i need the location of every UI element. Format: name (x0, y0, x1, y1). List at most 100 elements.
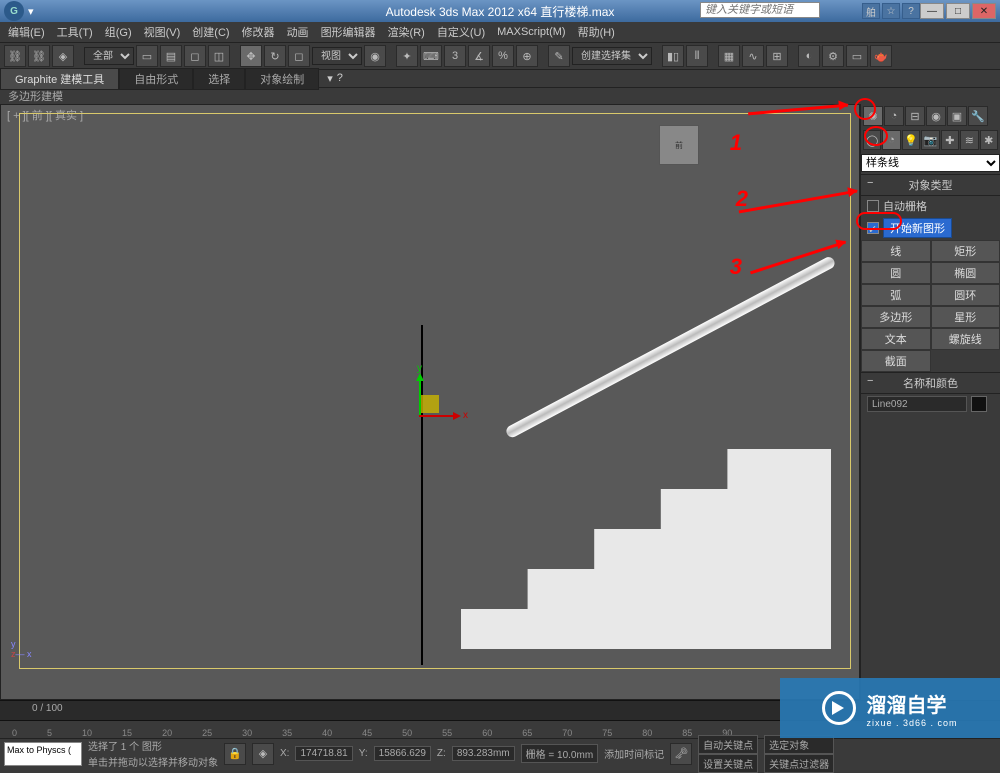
menu-anim[interactable]: 动画 (287, 24, 309, 40)
render-frame-icon[interactable]: ▭ (846, 45, 868, 67)
close-btn[interactable]: ✕ (972, 3, 996, 19)
menu-maxscript[interactable]: MAXScript(M) (497, 26, 565, 38)
circle-btn[interactable]: 圆 (861, 262, 931, 284)
pivot-icon[interactable]: ◉ (364, 45, 386, 67)
menu-graph[interactable]: 图形编辑器 (321, 24, 376, 40)
spinner-snap-icon[interactable]: ⊕ (516, 45, 538, 67)
select-name-icon[interactable]: ▤ (160, 45, 182, 67)
tab-graphite[interactable]: Graphite 建模工具 (0, 68, 119, 90)
isolate-icon[interactable]: ◈ (252, 743, 274, 765)
cameras-icon[interactable]: 📷 (921, 130, 939, 150)
material-icon[interactable]: ◐ (798, 45, 820, 67)
line-btn[interactable]: 线 (861, 240, 931, 262)
main-toolbar: ⛓ ⛓ ◈ 全部 ▭ ▤ ◻ ◫ ✥ ↻ ◻ 视图 ◉ ✦ ⌨ 3 ∡ % ⊕ … (0, 42, 1000, 70)
tab-select[interactable]: 选择 (193, 68, 245, 90)
render-setup-icon[interactable]: ⚙ (822, 45, 844, 67)
utility-tab-icon[interactable]: 🔧 (968, 106, 988, 126)
search-input[interactable] (700, 2, 820, 18)
hierarchy-tab-icon[interactable]: ⊟ (905, 106, 925, 126)
ribbon-help-icon[interactable]: ? (337, 72, 343, 85)
menu-render[interactable]: 渲染(R) (388, 24, 425, 40)
color-swatch[interactable] (971, 396, 987, 412)
wm-title: 溜溜自学 (866, 689, 957, 718)
menu-edit[interactable]: 编辑(E) (8, 24, 45, 40)
viewcube[interactable]: 前 (659, 125, 699, 165)
lock-icon[interactable]: 🔒 (224, 743, 246, 765)
menu-modifier[interactable]: 修改器 (242, 24, 275, 40)
object-name-input[interactable] (867, 396, 967, 412)
tab-paint[interactable]: 对象绘制 (245, 68, 319, 90)
rectangle-btn[interactable]: 矩形 (931, 240, 1000, 262)
schematic-icon[interactable]: ⊞ (766, 45, 788, 67)
arc-btn[interactable]: 弧 (861, 284, 931, 306)
donut-btn[interactable]: 圆环 (931, 284, 1000, 306)
rotate-icon[interactable]: ↻ (264, 45, 286, 67)
menu-custom[interactable]: 自定义(U) (437, 24, 485, 40)
percent-snap-icon[interactable]: % (492, 45, 514, 67)
x-coord[interactable]: 174718.81 (295, 746, 352, 761)
key-icon[interactable]: 🗝 (670, 743, 692, 765)
x-axis[interactable] (419, 415, 459, 417)
scale-icon[interactable]: ◻ (288, 45, 310, 67)
systems-icon[interactable]: ✱ (980, 130, 998, 150)
space-warps-icon[interactable]: ≋ (960, 130, 978, 150)
viewport[interactable]: [ + ][ 前 ][ 真实 ] 前 x y yz— x (0, 104, 860, 700)
motion-tab-icon[interactable]: ◉ (926, 106, 946, 126)
select-rect-icon[interactable]: ◻ (184, 45, 206, 67)
menu-tools[interactable]: 工具(T) (57, 24, 93, 40)
render-icon[interactable]: 🫖 (870, 45, 892, 67)
helpers-icon[interactable]: ✚ (941, 130, 959, 150)
unlink-icon[interactable]: ⛓ (28, 45, 50, 67)
minimize-btn[interactable]: — (920, 3, 944, 19)
layer-icon[interactable]: ▦ (718, 45, 740, 67)
help-icon[interactable]: 舶 (862, 3, 880, 19)
manipulate-icon[interactable]: ✦ (396, 45, 418, 67)
xy-plane-handle[interactable] (421, 395, 439, 413)
selection-filter[interactable]: 全部 (84, 47, 134, 65)
snap-icon[interactable]: 3 (444, 45, 466, 67)
angle-snap-icon[interactable]: ∡ (468, 45, 490, 67)
named-sel-set[interactable]: 创建选择集 (572, 47, 652, 65)
menu-group[interactable]: 组(G) (105, 24, 132, 40)
name-color-header[interactable]: 名称和颜色 (861, 372, 1000, 394)
time-tag[interactable]: 添加时间标记 (604, 746, 664, 761)
section-btn[interactable]: 截面 (861, 350, 931, 372)
y-coord[interactable]: 15866.629 (374, 746, 431, 761)
align-icon[interactable]: ⫴ (686, 45, 708, 67)
maximize-btn[interactable]: □ (946, 3, 970, 19)
ellipse-btn[interactable]: 椭圆 (931, 262, 1000, 284)
select-icon[interactable]: ▭ (136, 45, 158, 67)
bind-icon[interactable]: ◈ (52, 45, 74, 67)
autogrid-checkbox[interactable] (867, 200, 879, 212)
star-btn[interactable]: 星形 (931, 306, 1000, 328)
maxscript-listener[interactable]: Max to Physcs ( (4, 742, 82, 766)
keyfilter-btn[interactable]: 关键点过滤器 (764, 754, 834, 773)
z-coord[interactable]: 893.283mm (452, 746, 515, 761)
mirror-icon[interactable]: ▮▯ (662, 45, 684, 67)
tab-freeform[interactable]: 自由形式 (119, 68, 193, 90)
text-btn[interactable]: 文本 (861, 328, 931, 350)
ngon-btn[interactable]: 多边形 (861, 306, 931, 328)
dropdown-icon[interactable]: ▾ (28, 5, 34, 18)
window-cross-icon[interactable]: ◫ (208, 45, 230, 67)
setkey-btn[interactable]: 设置关键点 (698, 754, 758, 773)
modify-tab-icon[interactable]: ◔ (884, 106, 904, 126)
keyboard-icon[interactable]: ⌨ (420, 45, 442, 67)
move-icon[interactable]: ✥ (240, 45, 262, 67)
app-logo[interactable]: G (4, 1, 24, 21)
display-tab-icon[interactable]: ▣ (947, 106, 967, 126)
ribbon-min-icon[interactable]: ▾ (327, 72, 333, 85)
lights-icon[interactable]: 💡 (902, 130, 920, 150)
ref-coord[interactable]: 视图 (312, 47, 362, 65)
link-icon[interactable]: ⛓ (4, 45, 26, 67)
edit-sel-icon[interactable]: ✎ (548, 45, 570, 67)
menu-help[interactable]: 帮助(H) (578, 24, 615, 40)
curve-editor-icon[interactable]: ∿ (742, 45, 764, 67)
menu-create[interactable]: 创建(C) (192, 24, 229, 40)
object-type-header[interactable]: 对象类型 (861, 174, 1000, 196)
helix-btn[interactable]: 螺旋线 (931, 328, 1000, 350)
star-icon[interactable]: ☆ (882, 3, 900, 19)
menu-view[interactable]: 视图(V) (144, 24, 181, 40)
spline-dropdown[interactable]: 样条线 (861, 154, 1000, 172)
autokey-btn[interactable]: 自动关键点 (698, 735, 758, 754)
